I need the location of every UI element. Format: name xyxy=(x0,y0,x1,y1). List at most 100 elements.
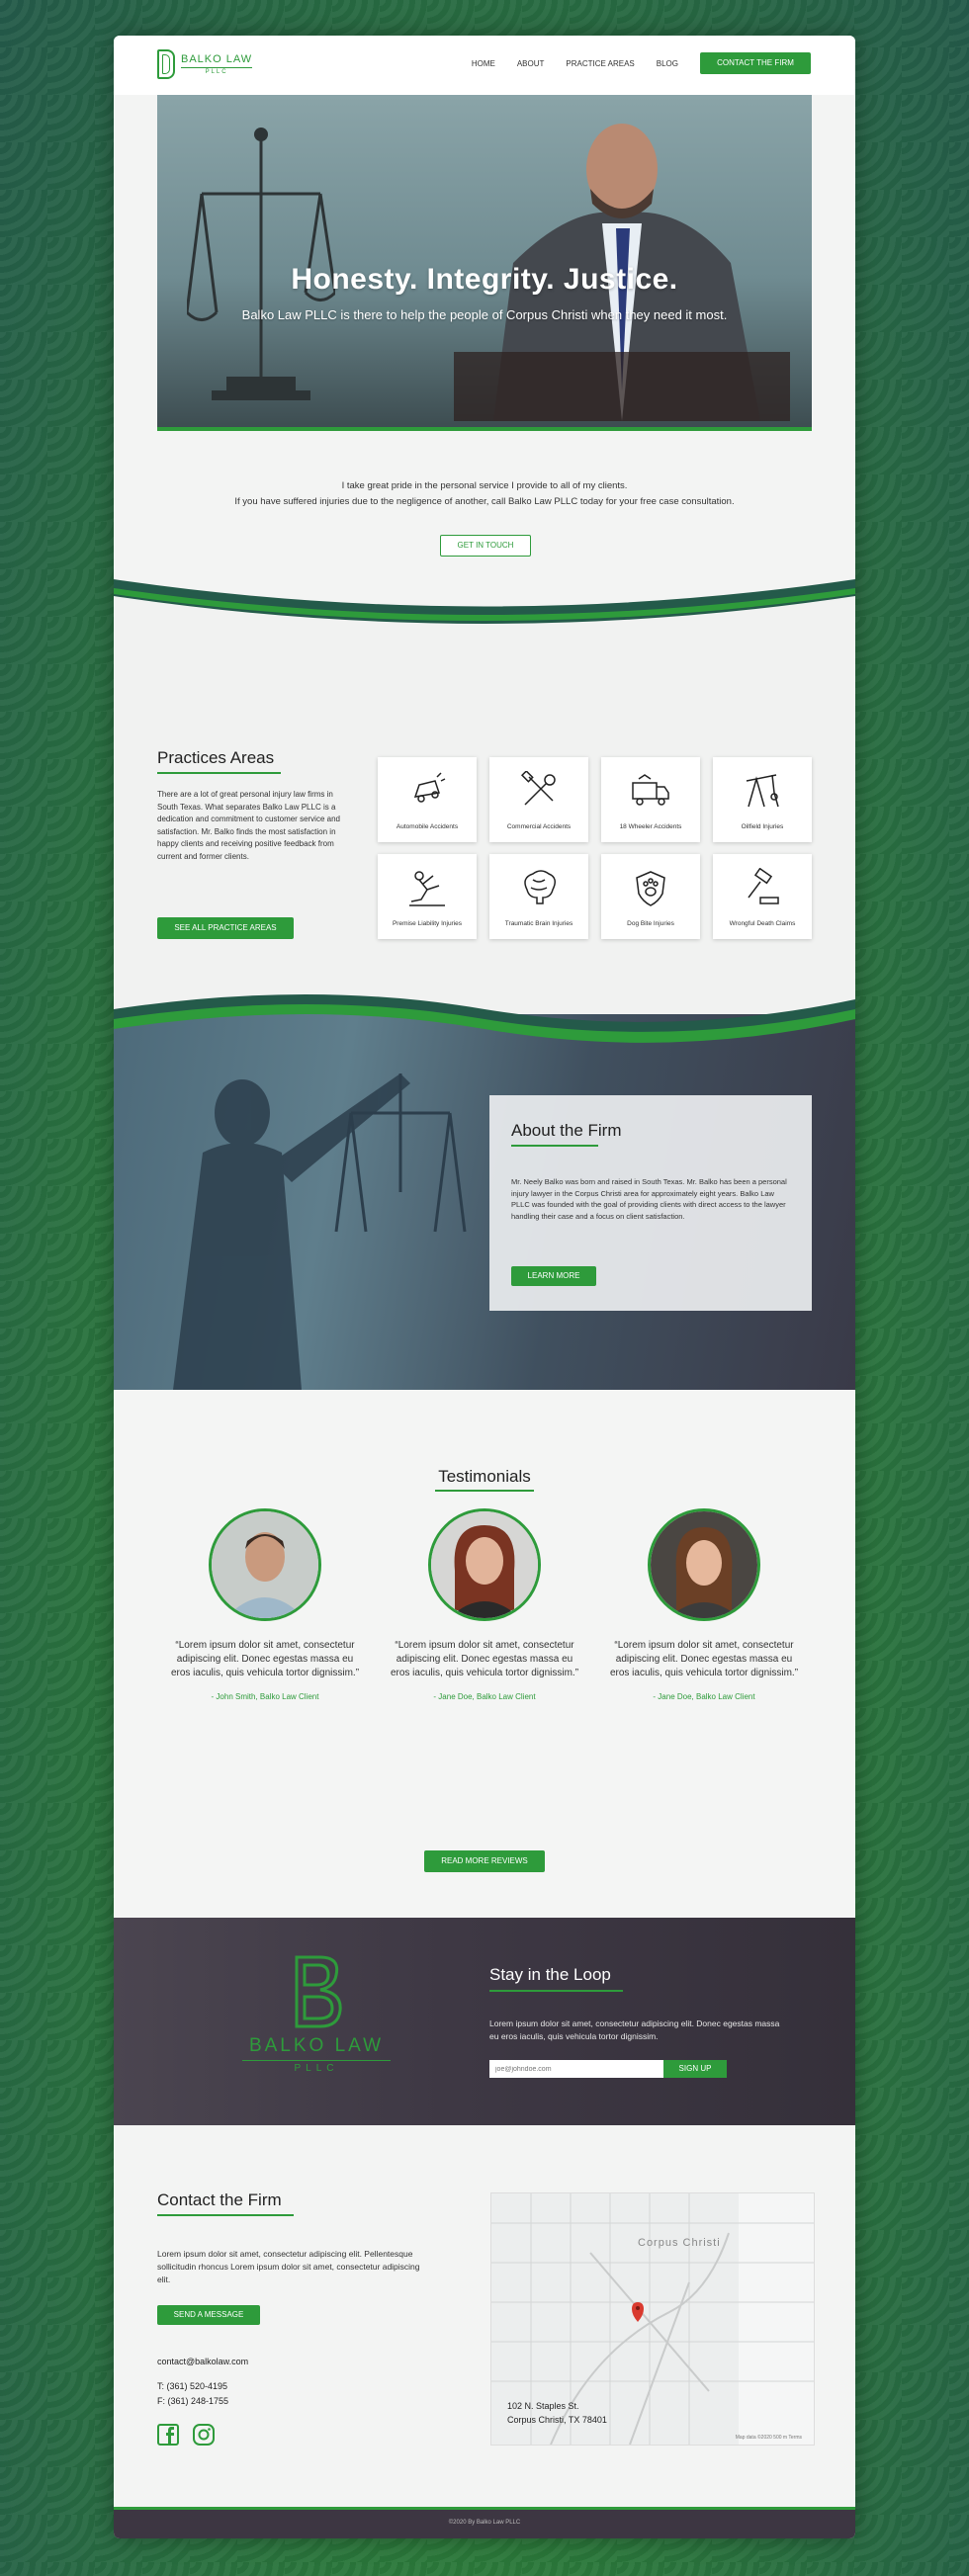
testimonial-author: - John Smith, Balko Law Client xyxy=(211,1692,319,1701)
practice-cards: Automobile Accidents Commercial Accident… xyxy=(378,757,813,939)
see-all-practice-areas-button[interactable]: SEE ALL PRACTICE AREAS xyxy=(157,917,294,939)
nav-home[interactable]: HOME xyxy=(472,59,495,68)
copyright: ©2020 By Balko Law PLLC xyxy=(448,2520,521,2526)
avatar xyxy=(209,1508,321,1621)
about-section: About the Firm Mr. Neely Balko was born … xyxy=(114,1014,855,1390)
newsletter-logo-name: BALKO LAW xyxy=(248,2035,385,2056)
about-card: About the Firm Mr. Neely Balko was born … xyxy=(489,1095,812,1311)
logo-b-icon xyxy=(295,1955,342,2028)
nav-blog[interactable]: BLOG xyxy=(657,59,678,68)
logo-name: BALKO LAW xyxy=(181,52,253,65)
card-label: Premise Liability Injuries xyxy=(392,920,463,927)
intro-line-2: If you have suffered injuries due to the… xyxy=(234,496,735,507)
testimonials-underline xyxy=(435,1490,534,1492)
contact-the-firm-button[interactable]: CONTACT THE FIRM xyxy=(700,52,811,74)
testimonial-1: “Lorem ipsum dolor sit amet, consectetur… xyxy=(166,1508,364,1701)
map-city-label: Corpus Christi xyxy=(638,2237,721,2249)
newsletter-logo: BALKO LAW PLLC xyxy=(242,1953,391,2074)
hero-subtitle: Balko Law PLLC is there to help the peop… xyxy=(241,307,728,322)
nav-about[interactable]: ABOUT xyxy=(517,59,545,68)
avatar xyxy=(648,1508,760,1621)
slip-fall-icon xyxy=(409,871,445,906)
paw-shield-icon xyxy=(636,871,665,906)
about-underline xyxy=(511,1145,598,1147)
testimonial-author: - Jane Doe, Balko Law Client xyxy=(433,1692,536,1701)
contact-underline xyxy=(157,2214,294,2216)
send-a-message-button[interactable]: SEND A MESSAGE xyxy=(157,2305,260,2325)
card-automobile-accidents[interactable]: Automobile Accidents xyxy=(378,757,477,842)
practices-underline xyxy=(157,772,281,774)
wave-divider xyxy=(114,579,855,644)
card-premise-liability-injuries[interactable]: Premise Liability Injuries xyxy=(378,854,477,939)
card-commercial-accidents[interactable]: Commercial Accidents xyxy=(489,757,588,842)
testimonial-quote: “Lorem ipsum dolor sit amet, consectetur… xyxy=(170,1640,360,1678)
card-label: Oilfield Injuries xyxy=(741,823,784,830)
facebook-icon[interactable] xyxy=(157,2424,179,2446)
newsletter-logo-sub: PLLC xyxy=(242,2060,391,2074)
newsletter-email-input[interactable] xyxy=(489,2060,663,2078)
testimonial-3: “Lorem ipsum dolor sit amet, consectetur… xyxy=(605,1508,803,1701)
main-nav: HOME ABOUT PRACTICE AREAS BLOG CONTACT T… xyxy=(472,52,811,74)
avatar xyxy=(428,1508,541,1621)
about-text: Mr. Neely Balko was born and raised in S… xyxy=(511,1177,787,1221)
testimonial-quote: “Lorem ipsum dolor sit amet, consectetur… xyxy=(390,1640,579,1678)
testimonial-quote: “Lorem ipsum dolor sit amet, consectetur… xyxy=(609,1640,799,1678)
contact-section: Contact the Firm Lorem ipsum dolor sit a… xyxy=(114,2125,855,2507)
card-label: Traumatic Brain Injuries xyxy=(504,920,573,927)
testimonials-section: Testimonials “Lorem ipsum dolor sit amet… xyxy=(114,1390,855,1918)
tools-icon xyxy=(520,771,556,806)
newsletter-underline xyxy=(489,1990,623,1992)
practices-text: There are a lot of great personal injury… xyxy=(157,790,340,861)
card-dog-bite-injuries[interactable]: Dog Bite Injuries xyxy=(601,854,700,939)
nav-practice-areas[interactable]: PRACTICE AREAS xyxy=(566,59,634,68)
card-label: Wrongful Death Claims xyxy=(729,920,796,927)
logo-sub: PLLC xyxy=(181,66,253,75)
testimonial-2: “Lorem ipsum dolor sit amet, consectetur… xyxy=(386,1508,583,1701)
address-line-2: Corpus Christi, TX 78401 xyxy=(507,2415,607,2425)
logo[interactable]: BALKO LAW PLLC xyxy=(157,49,253,79)
wave-divider xyxy=(114,994,855,1043)
hero-title: Honesty. Integrity. Justice. xyxy=(291,263,678,296)
car-crash-icon xyxy=(413,772,446,803)
lady-justice-statue xyxy=(173,1073,467,1390)
card-label: Automobile Accidents xyxy=(396,823,459,830)
get-in-touch-button[interactable]: GET IN TOUCH xyxy=(440,535,531,557)
hero-banner: Honesty. Integrity. Justice. Balko Law P… xyxy=(157,95,812,431)
card-label: Commercial Accidents xyxy=(506,823,572,830)
page: BALKO LAW PLLC HOME ABOUT PRACTICE AREAS… xyxy=(114,36,855,2538)
contact-email[interactable]: contact@balkolaw.com xyxy=(157,2357,248,2366)
newsletter-text: Lorem ipsum dolor sit amet, consectetur … xyxy=(489,2018,780,2041)
truck-icon xyxy=(632,774,669,806)
location-map[interactable]: Corpus Christi 102 N. Staples St. Corpus… xyxy=(490,2192,815,2446)
card-wrongful-death-claims[interactable]: Wrongful Death Claims xyxy=(713,854,812,939)
contact-fax: F: (361) 248-1755 xyxy=(157,2396,229,2406)
card-18-wheeler-accidents[interactable]: 18 Wheeler Accidents xyxy=(601,757,700,842)
newsletter-section: BALKO LAW PLLC Stay in the Loop Lorem ip… xyxy=(114,1918,855,2125)
card-oilfield-injuries[interactable]: Oilfield Injuries xyxy=(713,757,812,842)
sign-up-button[interactable]: SIGN UP xyxy=(663,2060,727,2078)
map-address: 102 N. Staples St. Corpus Christi, TX 78… xyxy=(507,2399,607,2427)
logo-mark-icon xyxy=(157,49,175,79)
contact-phone: T: (361) 520-4195 xyxy=(157,2381,228,2391)
newsletter-title: Stay in the Loop xyxy=(489,1965,611,1984)
lawyer-photo xyxy=(454,124,790,421)
brain-icon xyxy=(524,870,556,904)
learn-more-button[interactable]: LEARN MORE xyxy=(511,1266,596,1286)
social-links xyxy=(157,2424,215,2446)
testimonial-author: - Jane Doe, Balko Law Client xyxy=(653,1692,755,1701)
about-title: About the Firm xyxy=(511,1121,622,1140)
read-more-reviews-button[interactable]: READ MORE REVIEWS xyxy=(424,1850,545,1872)
map-footer: Map data ©2020 500 m Terms xyxy=(735,2435,802,2441)
site-header: BALKO LAW PLLC HOME ABOUT PRACTICE AREAS… xyxy=(114,36,855,95)
practices-title: Practices Areas xyxy=(157,748,275,767)
card-traumatic-brain-injuries[interactable]: Traumatic Brain Injuries xyxy=(489,854,588,939)
oil-pump-icon xyxy=(746,774,779,808)
address-line-1: 102 N. Staples St. xyxy=(507,2401,579,2411)
card-label: 18 Wheeler Accidents xyxy=(619,823,682,830)
testimonials-title: Testimonials xyxy=(438,1467,531,1486)
contact-text: Lorem ipsum dolor sit amet, consectetur … xyxy=(157,2249,420,2284)
intro-line-1: I take great pride in the personal servi… xyxy=(341,480,628,491)
instagram-icon[interactable] xyxy=(193,2424,215,2446)
site-footer: ©2020 By Balko Law PLLC xyxy=(114,2507,855,2538)
intro-text: I take great pride in the personal servi… xyxy=(114,478,855,510)
